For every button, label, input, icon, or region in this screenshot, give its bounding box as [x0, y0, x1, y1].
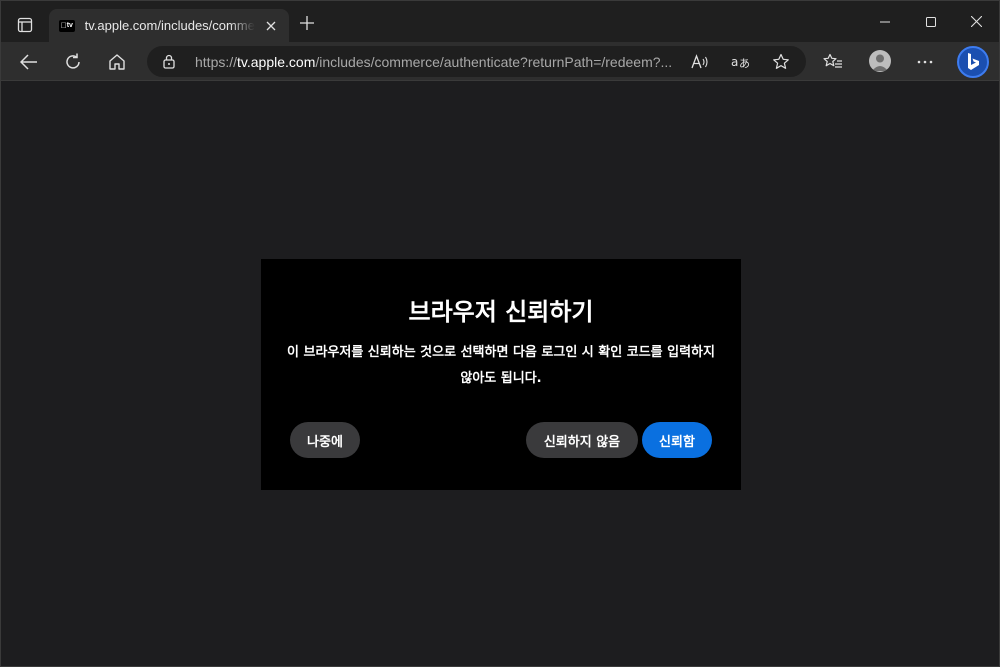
- browser-tab[interactable]: tv tv.apple.com/includes/commerce/authe…: [49, 9, 289, 42]
- home-button[interactable]: [103, 48, 131, 76]
- url-path: /includes/commerce/authenticate?returnPa…: [315, 54, 673, 70]
- favorites-star-list-icon: [823, 53, 842, 68]
- close-icon: [970, 16, 982, 27]
- apple-tv-favicon-icon: tv: [59, 19, 75, 32]
- close-icon: [266, 21, 276, 30]
- read-aloud-icon: [691, 54, 708, 69]
- tab-actions-icon: [17, 17, 33, 33]
- refresh-button[interactable]: [59, 48, 87, 76]
- browser-toolbar: https://tv.apple.com/includes/commerce/a…: [1, 42, 999, 81]
- arrow-left-icon: [20, 54, 37, 70]
- lock-icon[interactable]: [163, 54, 175, 74]
- back-button[interactable]: [15, 48, 43, 76]
- read-aloud-button[interactable]: [689, 51, 711, 73]
- profile-avatar[interactable]: [869, 50, 891, 72]
- tab-actions-button[interactable]: [13, 13, 37, 37]
- svg-text:a: a: [731, 55, 738, 69]
- dialog-message: 이 브라우저를 신뢰하는 것으로 선택하면 다음 로그인 시 확인 코드를 입력…: [287, 345, 715, 386]
- dont-trust-button[interactable]: 신뢰하지 않음: [526, 422, 638, 458]
- maximize-button[interactable]: [908, 1, 954, 42]
- svg-text:あ: あ: [739, 57, 750, 70]
- home-icon: [109, 54, 125, 70]
- tab-close-button[interactable]: [261, 16, 281, 36]
- refresh-icon: [66, 53, 80, 69]
- tab-title: tv.apple.com/includes/commerce/authentic…: [84, 18, 256, 33]
- browser-window: tv tv.apple.com/includes/commerce/authe…: [0, 0, 1000, 667]
- url-scheme: https://: [195, 54, 238, 70]
- more-horizontal-icon: [917, 60, 933, 64]
- favicon-text: tv: [63, 22, 73, 29]
- translate-button[interactable]: aあ: [730, 51, 752, 73]
- maximize-icon: [926, 16, 936, 27]
- dialog-title: 브라우저 신뢰하기: [408, 298, 594, 326]
- more-options-button[interactable]: [911, 48, 939, 76]
- bing-logo-icon: [968, 53, 979, 70]
- person-icon: [872, 54, 888, 71]
- star-icon: [773, 53, 789, 69]
- favorites-button[interactable]: [819, 48, 847, 76]
- later-button[interactable]: 나중에: [290, 422, 360, 458]
- url-host: tv.apple.com: [237, 54, 316, 70]
- address-bar[interactable]: https://tv.apple.com/includes/commerce/a…: [147, 46, 806, 77]
- page-content: 브라우저 신뢰하기 이 브라우저를 신뢰하는 것으로 선택하면 다음 로그인 시…: [1, 81, 999, 666]
- minimize-icon: [880, 21, 890, 22]
- trust-browser-dialog: 브라우저 신뢰하기 이 브라우저를 신뢰하는 것으로 선택하면 다음 로그인 시…: [261, 259, 741, 490]
- bing-copilot-button[interactable]: [957, 46, 989, 78]
- minimize-button[interactable]: [862, 1, 908, 42]
- window-close-button[interactable]: [953, 1, 999, 42]
- new-tab-button[interactable]: [297, 13, 317, 33]
- url-text[interactable]: https://tv.apple.com/includes/commerce/a…: [195, 54, 685, 70]
- title-bar: tv tv.apple.com/includes/commerce/authe…: [1, 1, 999, 42]
- translate-icon: aあ: [731, 55, 750, 70]
- favorite-button[interactable]: [770, 51, 792, 73]
- trust-button[interactable]: 신뢰함: [642, 422, 712, 458]
- plus-icon: [300, 16, 314, 30]
